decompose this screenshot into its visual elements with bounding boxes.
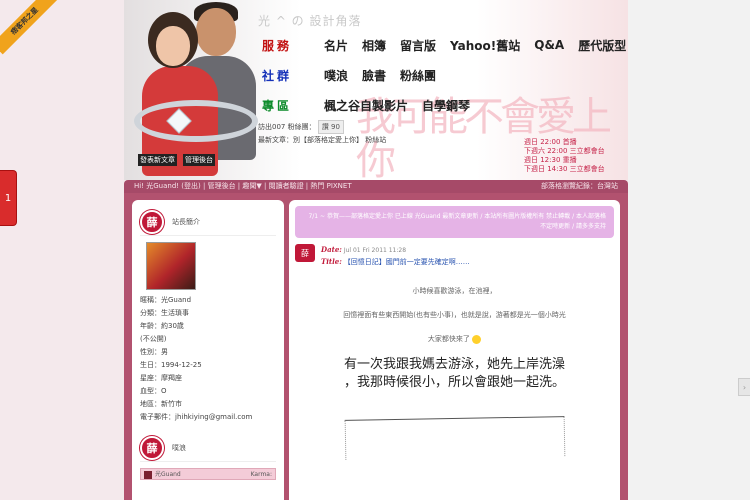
menu-category-service: 服務 (262, 38, 293, 53)
menu-item-facebook[interactable]: 臉書 (362, 67, 386, 84)
menu-item-maple-videos[interactable]: 楓之谷自製影片 (324, 97, 408, 114)
menu-category-special: 專區 (262, 98, 293, 113)
post-author-icon: 薛 (295, 244, 315, 262)
side-handle[interactable]: › (738, 378, 750, 396)
banner-stats: 訪出007 粉絲團： 讚 90 最新文章：別【部落格定愛上你】 粉絲站 (258, 120, 386, 146)
left-margin (0, 0, 124, 500)
banner-menu: 服務 名片 相簿 留言版 Yahoo!舊站 Q&A 歷代版型 社群 噗浪 臉書 … (262, 30, 628, 120)
post-title[interactable]: 【回憶日記】國門前一定要先確定啊…… (344, 258, 470, 266)
plurk-badge-icon: 薛 (140, 435, 164, 460)
post-big-line-1: 有一次我跟我媽去游泳，她先上岸洗澡 (343, 357, 565, 372)
menu-item-fanpage[interactable]: 粉絲團 (400, 67, 436, 84)
profile-email[interactable]: 電子郵件：jhihkiying@gmail.com (140, 411, 276, 424)
navbar-history[interactable]: 部落格瀏覽紀錄：台灣站 (541, 180, 618, 193)
post-sketch-image (344, 416, 565, 460)
new-post-button[interactable]: 發表新文章 (138, 154, 177, 166)
profile-blood-type: 血型：O (140, 387, 167, 395)
menu-item-past-themes[interactable]: 歷代版型 (578, 37, 626, 54)
menu-item-yahoo-old-site[interactable]: Yahoo!舊站 (450, 37, 520, 54)
avatar[interactable] (146, 242, 196, 290)
sidebar: 薛 站長簡介 暱稱：光Guand 分類：生活瑣事 年齡：約30歲 (不公開) 性… (132, 200, 284, 500)
update-line[interactable]: 最新文章：別【部落格定愛上你】 粉絲站 (258, 134, 386, 146)
menu-item-card[interactable]: 名片 (324, 37, 348, 54)
like-button[interactable]: 讚 90 (317, 120, 344, 134)
post-date: Jul 01 Fri 2011 11:28 (343, 247, 407, 254)
profile-age: 年齡：約30歲 (140, 322, 184, 330)
content-area: 薛 站長簡介 暱稱：光Guand 分類：生活瑣事 年齡：約30歲 (不公開) 性… (124, 193, 628, 500)
menu-item-piano[interactable]: 自學鋼琴 (422, 97, 470, 114)
menu-item-plurk[interactable]: 噗浪 (324, 67, 348, 84)
post-line-1: 小時候喜歡游泳，在池裡， (412, 287, 497, 295)
navbar-links[interactable]: Hi! 光Guand! (登出) | 管理後台 | 趣聞▼ | 閱讀者驗證 | … (134, 180, 352, 193)
profile-birthday: 生日：1994-12-25 (140, 361, 202, 369)
menu-category-community: 社群 (262, 68, 293, 83)
broadcast-schedule: 週日 22:00 首播 下週六 22:00 三立都會台 週日 12:30 重播 … (524, 138, 605, 173)
site-title: 光 ^ の 設計角落 (258, 14, 362, 28)
plurk-widget[interactable]: 光Guand Karma: (140, 468, 276, 480)
post-line-2: 回憶裡面有些東西開始(也有些小事)，也就是說，游著都是光一個小時光 (343, 311, 566, 319)
menu-item-album[interactable]: 相簿 (362, 37, 386, 54)
profile-category: 分類：生活瑣事 (140, 309, 189, 317)
menu-item-qa[interactable]: Q&A (534, 38, 564, 52)
plurk-avatar (144, 470, 152, 479)
admin-button[interactable]: 管理後台 (183, 154, 215, 166)
blog-banner: 發表新文章 管理後台 光 ^ の 設計角落 我可能不會愛上你 服務 名片 相簿 … (124, 0, 628, 180)
profile-header: 薛 站長簡介 (140, 208, 276, 236)
plurk-user: 光Guand (155, 471, 181, 479)
plurk-header-title: 噗浪 (172, 443, 186, 452)
post-body: 小時候喜歡游泳，在池裡， 回憶裡面有些東西開始(也有些小事)，也就是說，游著都是… (295, 286, 614, 460)
title-label: Title: (321, 257, 342, 266)
profile-nickname: 暱稱：光Guand (140, 296, 192, 304)
couple-photo: 發表新文章 管理後台 (134, 0, 258, 178)
post-line-3: 大家都快來了 (427, 335, 470, 343)
profile-age-note: (不公開) (140, 335, 167, 343)
menu-item-guestbook[interactable]: 留言版 (400, 37, 436, 54)
plurk-karma: Karma: (250, 470, 272, 478)
profile-zodiac: 星座：摩羯座 (140, 374, 182, 382)
profile-region: 地區：新竹市 (140, 400, 182, 408)
post-big-line-2: ，我那時候很小，所以會跟她一起洗。 (343, 375, 565, 390)
profile-gender: 性別：男 (140, 348, 168, 356)
ring-graphic (134, 100, 258, 142)
post-header: 薛 Date: Jul 01 Fri 2011 11:28 Title: 【回憶… (295, 244, 614, 272)
main-post: 7/1 ~ 恭賀——部落格定愛上你 已上線 光Guand 最新文章更新 / 本站… (289, 200, 620, 500)
profile-header-title: 站長簡介 (172, 217, 200, 226)
date-label: Date: (321, 245, 342, 254)
plurk-header: 薛 噗浪 (140, 434, 276, 462)
right-margin (628, 0, 750, 500)
announcement-box: 7/1 ~ 恭賀——部落格定愛上你 已上線 光Guand 最新文章更新 / 本站… (295, 206, 614, 238)
pixnet-navbar: Hi! 光Guand! (登出) | 管理後台 | 趣聞▼ | 閱讀者驗證 | … (124, 180, 628, 193)
smiley-icon (472, 334, 482, 344)
side-tab[interactable]: 1 (0, 170, 17, 226)
stats-line: 訪出007 粉絲團： (258, 123, 316, 131)
site-badge-icon: 薛 (140, 209, 164, 234)
